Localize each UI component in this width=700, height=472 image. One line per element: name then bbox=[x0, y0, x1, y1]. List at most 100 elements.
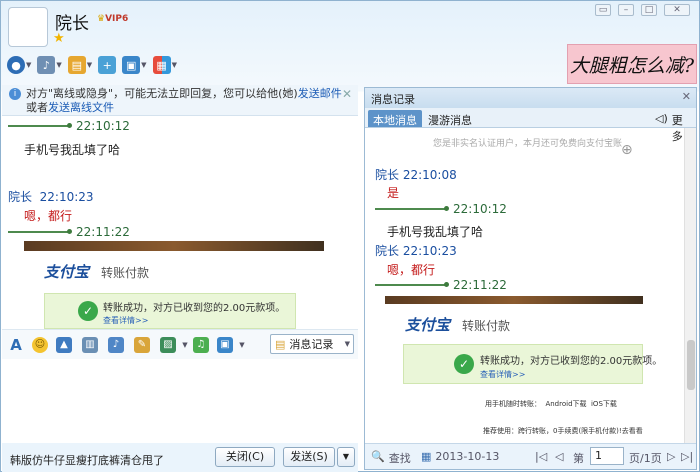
prev-page-icon[interactable]: ◁ bbox=[555, 450, 563, 463]
scrollbar-thumb[interactable] bbox=[687, 340, 695, 390]
history-entry-header: 院长 22:10:23 bbox=[375, 244, 457, 258]
create-discussion-button[interactable]: + bbox=[98, 56, 117, 74]
history-entry-text: 是 bbox=[387, 186, 400, 200]
ad-banner[interactable]: 大腿粗怎么减? bbox=[567, 44, 697, 84]
maximize-button[interactable]: □ bbox=[641, 4, 657, 16]
realname-hint: 您是非实名认证用户，本月还可免费向支付宝账 bbox=[433, 139, 623, 149]
voice-call-button[interactable]: ♪ ▼ bbox=[37, 56, 62, 74]
notice-or: 或者 bbox=[26, 101, 48, 114]
message-input[interactable] bbox=[2, 359, 358, 443]
skin-icon[interactable]: ▭ bbox=[595, 4, 611, 16]
transfer-screenshot[interactable]: 支付宝 转账付款 ✓ 转账成功，对方已收到您的2.00元款项。 查看详情>> bbox=[24, 241, 324, 329]
voice-message-icon[interactable]: ♪ bbox=[108, 337, 124, 353]
history-entry-header: 院长 22:10:08 bbox=[375, 168, 457, 182]
notice-text: 对方"离线或隐身"，可能无法立即回复，您可以给他(她) bbox=[26, 87, 298, 100]
history-content: 您是非实名认证用户，本月还可免费向支付宝账 ⊕ 院长 22:10:08 是 22… bbox=[365, 128, 685, 444]
close-history-icon[interactable]: ✕ bbox=[682, 90, 691, 103]
screen-icon: ▣ bbox=[122, 56, 141, 74]
view-details-link[interactable]: 查看详情>> bbox=[103, 315, 148, 326]
history-transfer-screenshot[interactable]: 支付宝 转账付款 ✓ 转账成功，对方已收到您的2.00元款项。 查看详情>> 用手… bbox=[385, 296, 662, 444]
magic-icon[interactable]: ▲ bbox=[56, 337, 72, 353]
search-button[interactable]: 🔍 查找 bbox=[371, 450, 411, 466]
last-page-icon[interactable]: ▷| bbox=[681, 450, 693, 463]
ad-text-link[interactable]: 韩版仿牛仔显瘦打底裤清仓甩了 bbox=[10, 452, 164, 468]
history-footer: 🔍 查找 ▦ 2013-10-13 |◁ ◁ 第 1 页/1页 ▷ ▷| bbox=[365, 443, 696, 469]
alipay-logo: 支付宝 转账付款 bbox=[405, 316, 511, 334]
date-picker[interactable]: ▦ 2013-10-13 bbox=[421, 450, 499, 463]
info-icon: i bbox=[9, 88, 21, 100]
chat-window: 院长 ♛VIP6 ★ ▭ – □ ✕ ● ▼ ♪ ▼ ▤ ▼ + ▣ ▼ ▦ ▼ 大腿粗怎… bbox=[0, 0, 700, 472]
tab-local[interactable]: 本地消息 bbox=[368, 110, 422, 127]
speaker-icon: ◁) bbox=[655, 112, 668, 125]
page-input[interactable]: 1 bbox=[590, 447, 624, 465]
mobile-transfer-row: 用手机随时转账： Android下载 iOS下载 bbox=[485, 400, 617, 408]
time-separator: 22:10:12 bbox=[8, 119, 130, 133]
history-icon: ▤ bbox=[275, 337, 286, 351]
webcam-icon: ● bbox=[7, 56, 25, 74]
star-icon: ★ bbox=[53, 31, 65, 46]
calendar-icon: ▦ bbox=[421, 450, 432, 463]
send-button[interactable]: 发送(S) bbox=[283, 447, 335, 467]
minimize-button[interactable]: – bbox=[618, 4, 634, 16]
doodle-icon[interactable]: ✎ bbox=[134, 337, 150, 353]
avatar[interactable] bbox=[8, 7, 48, 47]
time-separator: 22:11:22 bbox=[8, 225, 130, 239]
chevron-down-icon[interactable]: ▼ bbox=[177, 337, 193, 353]
chat-message: 嗯，都行 bbox=[24, 209, 73, 223]
apps-grid-icon: ▦ bbox=[152, 56, 171, 74]
chevron-down-icon[interactable]: ▼ bbox=[234, 337, 250, 353]
close-notice-icon[interactable]: ✕ bbox=[342, 87, 352, 101]
chat-message: 手机号我乱填了哈 bbox=[24, 143, 121, 157]
send-offline-file-link[interactable]: 发送离线文件 bbox=[48, 101, 114, 114]
view-details-link[interactable]: 查看详情>> bbox=[480, 369, 525, 380]
font-icon[interactable]: A bbox=[8, 337, 24, 353]
checkmark-icon: ✓ bbox=[78, 301, 98, 321]
microphone-icon: ♪ bbox=[37, 56, 56, 74]
history-scrollbar[interactable] bbox=[684, 128, 696, 444]
more-button[interactable]: ◁) 更多 bbox=[650, 110, 696, 143]
transfer-success-text: 转账成功，对方已收到您的2.00元款项。 bbox=[103, 303, 286, 314]
add-chat-icon: + bbox=[98, 56, 117, 74]
transfer-success-text: 转账成功，对方已收到您的2.00元款项。 bbox=[480, 356, 663, 367]
chat-history: 22:10:12 手机号我乱填了哈 院长 22:10:23 嗯，都行 22:11… bbox=[2, 116, 358, 329]
next-page-icon[interactable]: ▷ bbox=[667, 450, 675, 463]
image-icon[interactable]: ▨ bbox=[160, 337, 176, 353]
remote-desktop-button[interactable]: ▣ ▼ bbox=[122, 56, 147, 74]
time-separator: 22:10:12 bbox=[375, 202, 507, 216]
bottom-bar: 韩版仿牛仔显瘦打底裤清仓甩了 关闭(C) 发送(S) ▼ bbox=[2, 443, 358, 472]
message-history-button[interactable]: ▤ 消息记录 ▼ bbox=[270, 334, 354, 354]
video-clip-icon[interactable]: ▥ bbox=[82, 337, 98, 353]
history-tabs: 本地消息 漫游消息 ◁) 更多 bbox=[365, 108, 696, 143]
alipay-logo: 支付宝 转账付款 bbox=[44, 263, 150, 281]
screenshot-icon[interactable]: ▣ bbox=[217, 337, 233, 353]
apps-button[interactable]: ▦ ▼ bbox=[152, 56, 177, 74]
history-panel: 消息记录 ✕ 本地消息 漫游消息 ◁) 更多 您是非实名认证用户，本月还可免费向支… bbox=[364, 87, 697, 470]
music-icon[interactable]: ♫ bbox=[193, 337, 209, 353]
first-page-icon[interactable]: |◁ bbox=[535, 450, 547, 463]
emoji-icon[interactable]: ☺ bbox=[32, 337, 48, 353]
page-suffix: 页/1页 bbox=[629, 452, 662, 465]
send-file-button[interactable]: ▤ ▼ bbox=[67, 56, 92, 74]
time-separator: 22:11:22 bbox=[375, 278, 507, 292]
offline-notice: i 对方"离线或隐身"，可能无法立即回复，您可以给他(她)发送邮件或者发送离线文… bbox=[2, 85, 358, 116]
close-window-button[interactable]: ✕ bbox=[664, 4, 690, 16]
zoom-in-icon[interactable]: ⊕ bbox=[621, 142, 633, 158]
send-options-button[interactable]: ▼ bbox=[337, 447, 355, 467]
folder-icon: ▤ bbox=[67, 56, 86, 74]
history-entry-text: 手机号我乱填了哈 bbox=[387, 225, 484, 239]
history-header: 消息记录 ✕ bbox=[365, 88, 696, 108]
history-entry-text: 嗯，都行 bbox=[387, 263, 436, 277]
search-icon: 🔍 bbox=[371, 450, 385, 463]
tab-roam[interactable]: 漫游消息 bbox=[423, 110, 477, 127]
vip-badge[interactable]: ♛VIP6 bbox=[97, 14, 128, 24]
close-button[interactable]: 关闭(C) bbox=[215, 447, 275, 467]
transfer-success-box: ✓ 转账成功，对方已收到您的2.00元款项。 查看详情>> bbox=[403, 344, 662, 384]
checkmark-icon: ✓ bbox=[454, 354, 474, 374]
video-call-button[interactable]: ● ▼ bbox=[7, 56, 31, 74]
transfer-success-box: ✓ 转账成功，对方已收到您的2.00元款项。 查看详情>> bbox=[44, 293, 296, 329]
send-mail-link[interactable]: 发送邮件 bbox=[298, 87, 342, 100]
recommend-text: 推荐使用：跨行转账，0手续费(限手机付款)!去看看 bbox=[483, 427, 643, 435]
format-toolbar: A ☺ ▲ ▥ ♪ ✎ ▨ ▼ ♫ ▣ ▼ ▤ 消息记录 ▼ bbox=[2, 329, 358, 359]
history-title: 消息记录 bbox=[371, 93, 415, 106]
message-header: 院长 22:10:23 bbox=[8, 190, 94, 204]
